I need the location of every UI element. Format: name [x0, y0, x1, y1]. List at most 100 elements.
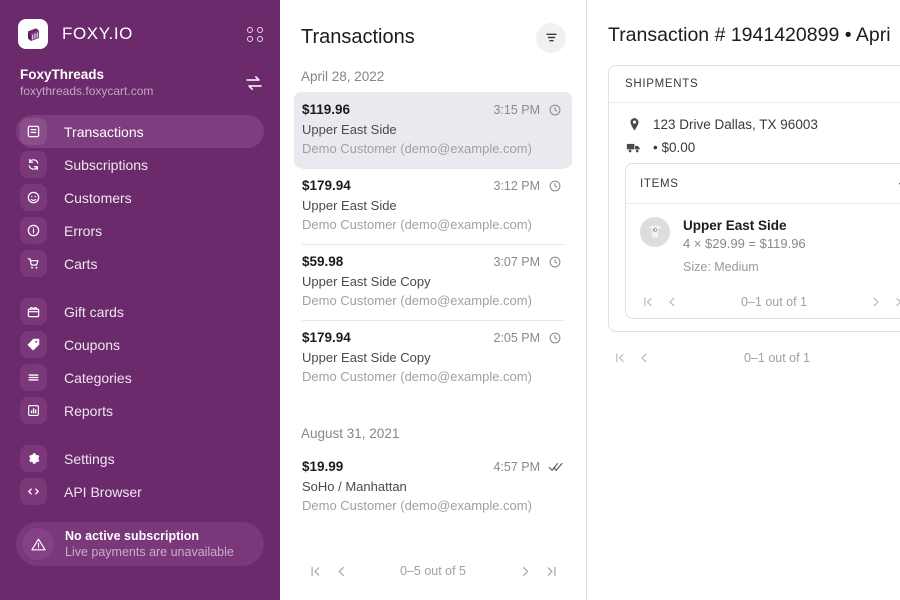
notice-subtitle: Live payments are unavailable — [65, 545, 234, 559]
transaction-customer: Demo Customer (demo@example.com) — [302, 141, 532, 156]
last-page-icon[interactable] — [538, 558, 564, 584]
apps-grid-icon[interactable] — [247, 26, 264, 42]
face-icon — [20, 184, 47, 211]
next-page-icon[interactable] — [864, 290, 888, 314]
gear-icon — [20, 445, 47, 472]
sidebar-item-label: Coupons — [64, 336, 121, 353]
bar-chart-icon — [20, 397, 47, 424]
items-pagination: 0–1 out of 1 — [626, 288, 900, 318]
sidebar-item-transactions[interactable]: Transactions — [16, 115, 264, 148]
sidebar-item-reports[interactable]: Reports — [16, 394, 264, 427]
subscription-notice[interactable]: No active subscription Live payments are… — [16, 522, 264, 566]
sidebar-item-label: API Browser — [64, 483, 142, 500]
filter-icon[interactable] — [536, 22, 566, 53]
transaction-product: SoHo / Manhattan — [302, 479, 407, 494]
pagination-label: 0–1 out of 1 — [743, 351, 811, 365]
items-card-header[interactable]: ITEMS — [626, 164, 900, 204]
sidebar-item-gift-cards[interactable]: Gift cards — [16, 295, 264, 328]
tag-icon — [20, 331, 47, 358]
sidebar-item-customers[interactable]: Customers — [16, 181, 264, 214]
transaction-product: Upper East Side — [302, 198, 397, 213]
transaction-customer: Demo Customer (demo@example.com) — [302, 498, 532, 513]
sidebar-item-label: Errors — [64, 222, 103, 239]
transaction-product: Upper East Side Copy — [302, 350, 431, 365]
sidebar-item-label: Carts — [64, 255, 98, 272]
sidebar-item-carts[interactable]: Carts — [16, 247, 264, 280]
transaction-customer: Demo Customer (demo@example.com) — [302, 217, 532, 232]
transaction-product: Upper East Side — [302, 122, 397, 137]
pagination-label: 0–5 out of 5 — [399, 564, 467, 578]
transaction-amount: $179.94 — [302, 330, 351, 345]
info-circle-icon — [20, 217, 47, 244]
clock-icon — [548, 103, 564, 117]
transaction-time: 3:15 PM — [493, 102, 540, 117]
warning-triangle-icon — [22, 528, 54, 560]
prev-page-icon[interactable] — [660, 290, 684, 314]
sidebar-item-coupons[interactable]: Coupons — [16, 328, 264, 361]
transaction-product: Upper East Side Copy — [302, 274, 431, 289]
sidebar-item-errors[interactable]: Errors — [16, 214, 264, 247]
items-card: ITEMS ID Upper East Side 4 × $29.99 = $1… — [625, 163, 900, 319]
code-brackets-icon — [20, 478, 47, 505]
item-name: Upper East Side — [683, 218, 787, 233]
sidebar-nav: Transactions Subscriptions Customers Err… — [0, 115, 280, 508]
transactions-list-column: Transactions April 28, 2022 $119.96 3:15… — [280, 0, 587, 600]
items-card-title: ITEMS — [640, 177, 679, 190]
store-url: foxythreads.foxycart.com — [20, 84, 154, 98]
prev-page-icon[interactable] — [632, 346, 656, 370]
gift-card-icon — [20, 298, 47, 325]
item-option: Size: Medium — [683, 260, 759, 274]
transaction-customer: Demo Customer (demo@example.com) — [302, 293, 532, 308]
first-page-icon[interactable] — [636, 290, 660, 314]
date-group-header: August 31, 2021 — [301, 426, 400, 441]
first-page-icon[interactable] — [608, 346, 632, 370]
brand-name: FOXY.IO — [62, 24, 133, 43]
sidebar-item-label: Settings — [64, 450, 115, 467]
clock-icon — [548, 179, 564, 193]
table-row[interactable]: $59.98 3:07 PM Upper East Side Copy Demo… — [294, 244, 572, 320]
chevron-up-icon[interactable] — [896, 175, 900, 192]
transaction-time: 2:05 PM — [493, 330, 540, 345]
prev-page-icon[interactable] — [328, 558, 354, 584]
sidebar-item-label: Subscriptions — [64, 156, 149, 173]
foxy-logo-icon[interactable] — [18, 19, 48, 49]
refresh-icon — [20, 151, 47, 178]
table-row[interactable]: $19.99 4:57 PM SoHo / Manhattan Demo Cus… — [294, 449, 572, 525]
table-row[interactable]: $179.94 3:12 PM Upper East Side Demo Cus… — [294, 168, 572, 244]
page-title: Transactions — [301, 26, 415, 48]
shipping-cost: • $0.00 — [653, 140, 696, 155]
first-page-icon[interactable] — [302, 558, 328, 584]
list-item[interactable]: ID Upper East Side 4 × $29.99 = $119.96 … — [626, 204, 900, 288]
transaction-detail-panel: Transaction # 1941420899 • Apri SHIPMENT… — [587, 0, 900, 600]
receipt-icon — [20, 118, 47, 145]
shipments-card: SHIPMENTS 123 Drive Dallas, TX 96003 • $… — [608, 65, 900, 332]
transaction-time: 4:57 PM — [493, 459, 540, 474]
table-row[interactable]: $119.96 3:15 PM Upper East Side Demo Cus… — [294, 92, 572, 168]
shipments-card-body: 123 Drive Dallas, TX 96003 • $0.00 ITEMS… — [609, 103, 900, 331]
double-check-icon — [548, 460, 564, 474]
sidebar-item-api-browser[interactable]: API Browser — [16, 475, 264, 508]
swap-store-icon[interactable] — [244, 73, 264, 93]
shipping-address-line: 123 Drive Dallas, TX 96003 — [625, 117, 900, 132]
clock-icon — [548, 331, 564, 345]
transaction-amount: $179.94 — [302, 178, 351, 193]
notice-title: No active subscription — [65, 529, 200, 543]
sidebar-item-categories[interactable]: Categories — [16, 361, 264, 394]
list-pagination: 0–5 out of 5 — [280, 556, 586, 586]
next-page-icon[interactable] — [512, 558, 538, 584]
pagination-label: 0–1 out of 1 — [740, 295, 808, 309]
transaction-amount: $19.99 — [302, 459, 344, 474]
detail-title: Transaction # 1941420899 • Apri — [608, 24, 891, 46]
store-name: FoxyThreads — [20, 67, 105, 82]
transaction-customer: Demo Customer (demo@example.com) — [302, 369, 532, 384]
transaction-amount: $119.96 — [302, 102, 351, 117]
last-page-icon[interactable] — [888, 290, 900, 314]
sidebar-item-label: Reports — [64, 402, 114, 419]
sidebar-item-settings[interactable]: Settings — [16, 442, 264, 475]
sidebar-item-subscriptions[interactable]: Subscriptions — [16, 148, 264, 181]
shipments-pagination: 0–1 out of 1 — [608, 344, 900, 372]
list-lines-icon — [20, 364, 47, 391]
sidebar: FOXY.IO FoxyThreads foxythreads.foxycart… — [0, 0, 280, 600]
table-row[interactable]: $179.94 2:05 PM Upper East Side Copy Dem… — [294, 320, 572, 396]
shipping-address: 123 Drive Dallas, TX 96003 — [653, 117, 818, 132]
